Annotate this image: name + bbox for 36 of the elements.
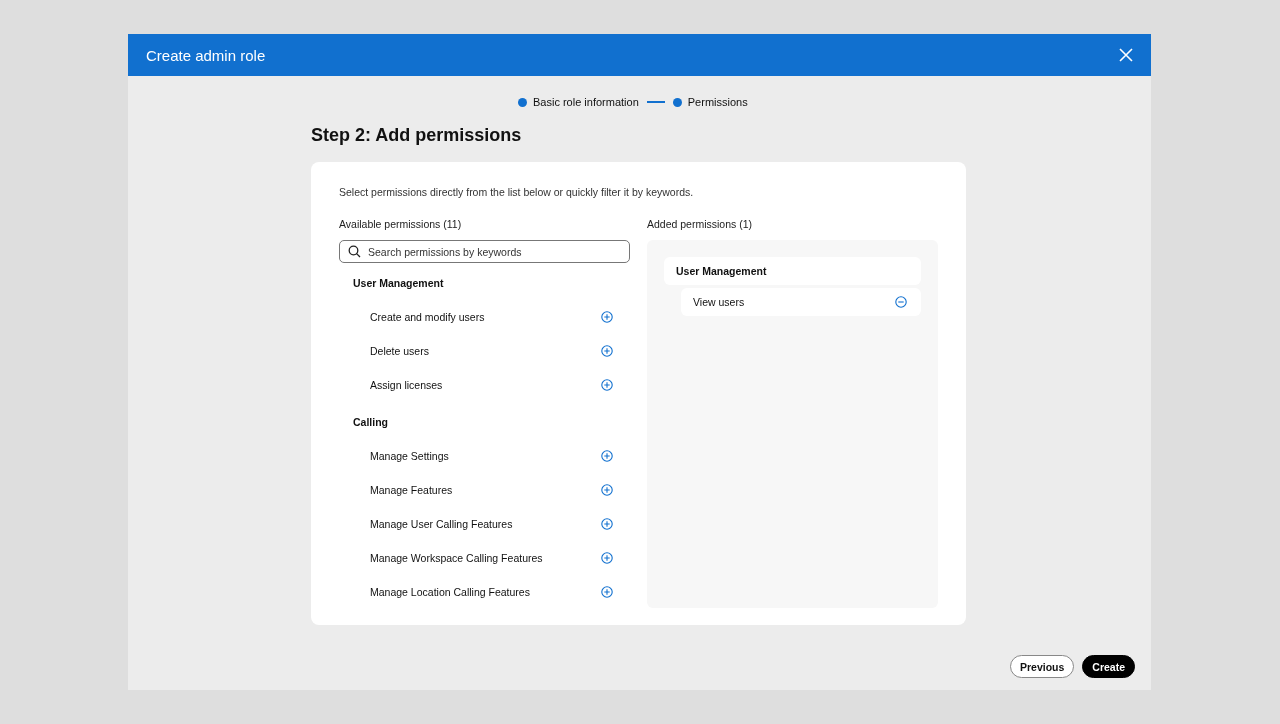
previous-button[interactable]: Previous [1009, 655, 1075, 678]
permission-label: Manage Location Calling Features [370, 586, 530, 598]
group-heading: User Management [352, 276, 445, 291]
permission-label: Manage Settings [370, 450, 449, 462]
step-connector [646, 101, 665, 103]
permission-label: Manage Workspace Calling Features [370, 552, 543, 564]
step-dot-icon [518, 97, 527, 107]
add-icon[interactable] [601, 311, 613, 323]
step-heading: Step 2: Add permissions [311, 125, 523, 146]
add-icon[interactable] [601, 379, 613, 391]
add-icon[interactable] [601, 518, 613, 530]
added-group-heading: User Management [664, 257, 921, 285]
add-icon[interactable] [601, 484, 613, 496]
permission-label: Assign licenses [370, 379, 443, 391]
permission-label: Create and modify users [370, 311, 485, 323]
added-permissions-title: Added permissions (1) [647, 218, 754, 232]
permission-label: Manage User Calling Features [370, 518, 513, 530]
add-icon[interactable] [601, 450, 613, 462]
step-dot-icon [672, 97, 682, 107]
search-field[interactable]: Search permissions by keywords [339, 240, 630, 263]
create-button[interactable]: Create [1082, 655, 1135, 678]
window-title: Create admin role [146, 46, 266, 64]
step-label: Basic role information [533, 96, 639, 108]
permission-label: Manage Features [370, 484, 453, 496]
remove-icon[interactable] [895, 296, 907, 308]
close-icon [1119, 48, 1133, 62]
permission-label: View users [693, 296, 745, 308]
permission-label: Delete users [370, 345, 429, 357]
step-label: Permissions [687, 96, 748, 108]
group-heading: Calling [352, 415, 389, 430]
available-permissions-title: Available permissions (11) [339, 218, 463, 232]
add-icon[interactable] [601, 586, 613, 598]
instruction-text: Select permissions directly from the list below or quickly filter it by keywords. [339, 186, 695, 198]
close-button[interactable] [1117, 46, 1135, 64]
add-icon[interactable] [601, 345, 613, 357]
add-icon[interactable] [601, 552, 613, 564]
